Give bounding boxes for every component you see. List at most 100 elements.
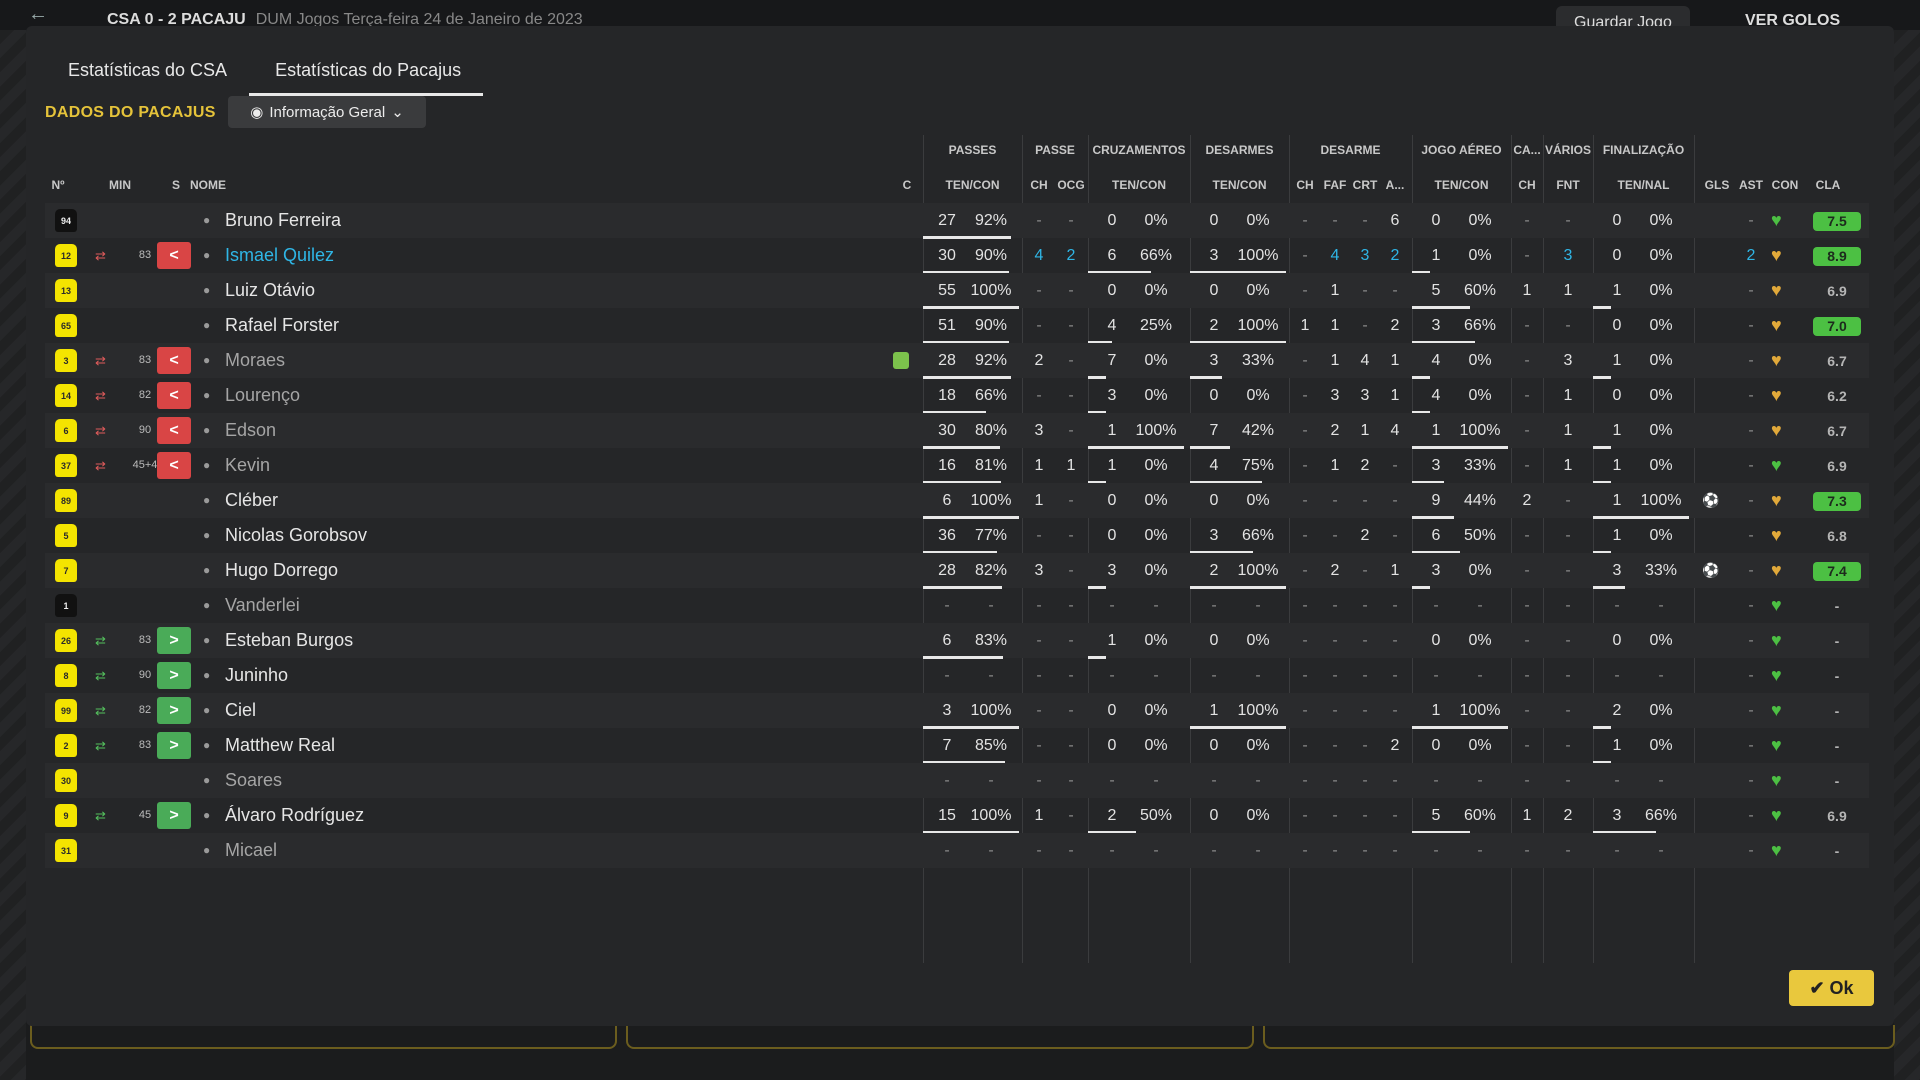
tackles-percent: 33% [1241,352,1275,369]
tackle-faf: - [1332,597,1338,614]
column-header-ocg[interactable]: OCG [1054,178,1088,192]
table-row[interactable]: 1 ● Vanderlei - - - - - - - - - - - - - - - - - - - ♥ - [45,588,1869,623]
crosses-attempts: 4 [1107,317,1117,334]
column-header-num[interactable]: Nº [45,178,71,192]
background-panel [30,1025,617,1049]
player-name[interactable]: Vanderlei [225,588,300,623]
column-header-faf[interactable]: FAF [1320,178,1350,192]
player-name[interactable]: Lourenço [225,378,300,413]
tackle-a: 1 [1390,387,1400,404]
table-row[interactable]: 26 ⇄ 83 > ● Esteban Burgos 6 83% - -1 0% 0 0% - - - -0 0%… [45,623,1869,659]
column-header-ca_ch[interactable]: CH [1511,178,1543,192]
column-header-s[interactable]: S [164,178,188,192]
table-row[interactable]: 99 ⇄ 82 > ● Ciel 3 100% - -0 0% 1 100% - - - -1 100% - -2 0%… [45,693,1869,729]
player-name[interactable]: Ismael Quilez [225,238,334,273]
aerial-percent: - [1477,597,1483,614]
player-name[interactable]: Moraes [225,343,285,378]
player-name[interactable]: Soares [225,763,282,798]
table-row[interactable]: 3 ⇄ 83 < ● Moraes 28 92% 2-7 0% 3 33% -1 4 1 4 0% -3 1 0% - ♥… [45,343,1869,379]
table-row[interactable]: 30 ● Soares - - - - - - - - - - - - - - - - - - - ♥ - [45,763,1869,798]
column-header-ch[interactable]: CH [1024,178,1054,192]
column-header-gls[interactable]: GLS [1698,178,1736,192]
subbed-off-icon: < [157,417,191,444]
shirt-number-icon: 94 [55,209,77,232]
player-name[interactable]: Esteban Burgos [225,623,353,658]
player-rating: - [1834,843,1840,859]
player-name[interactable]: Micael [225,833,277,868]
table-row[interactable]: 8 ⇄ 90 > ● Juninho - - - - - - - - - - - - - - - - - - - ♥ - [45,658,1869,693]
column-header-min[interactable]: MIN [100,178,140,192]
chevron-down-icon: ⌄ [391,104,404,121]
player-name[interactable]: Hugo Dorrego [225,553,338,588]
player-icon: ● [203,668,211,682]
column-header-finish[interactable]: TEN/NAL [1593,178,1694,192]
finishing-attempts: 1 [1612,457,1622,474]
table-row[interactable]: 9 ⇄ 45 > ● Álvaro Rodríguez 15 100% 1-2 50% 0 0% - - -… [45,798,1869,834]
column-header-d_ch[interactable]: CH [1290,178,1320,192]
column-header-crt[interactable]: CRT [1350,178,1380,192]
tab-pacajus-stats[interactable]: Estatísticas do Pacajus [249,56,484,96]
condition-heart-icon: ♥ [1771,595,1782,615]
table-row[interactable]: 12 ⇄ 83 < ● Ismael Quilez 30 90% 4 2 6 66% 3 100% -4 3 2… [45,238,1869,274]
passes-attempts: 30 [938,422,956,439]
tackle-faf: - [1332,667,1338,684]
column-header-passes[interactable]: TEN/CON [923,178,1022,192]
player-name[interactable]: Álvaro Rodríguez [225,798,364,833]
column-header-tackles[interactable]: TEN/CON [1190,178,1289,192]
subbed-on-icon: > [157,627,191,654]
player-name[interactable]: Luiz Otávio [225,273,315,308]
player-name[interactable]: Nicolas Gorobsov [225,518,367,553]
assists: - [1748,597,1754,614]
tab-csa-stats[interactable]: Estatísticas do CSA [42,56,249,96]
crosses-percent: 0% [1144,212,1168,229]
player-name[interactable]: Matthew Real [225,728,335,763]
player-rating: 6.7 [1827,423,1847,439]
ca-ch: - [1524,387,1530,404]
column-header-cla[interactable]: CLA [1804,178,1852,192]
aerial-percent: 44% [1463,492,1497,509]
player-rating: 7.4 [1813,562,1861,581]
column-header-c[interactable]: C [892,178,922,192]
column-header-aerial[interactable]: TEN/CON [1412,178,1511,192]
pass-ocg: 1 [1066,457,1076,474]
player-rating: 7.5 [1813,212,1861,231]
aerial-percent: 100% [1459,702,1501,719]
table-row[interactable]: 2 ⇄ 83 > ● Matthew Real 7 85% - -0 0% 0 0% - - -2 0 0% - -1… [45,728,1869,764]
table-row[interactable]: 6 ⇄ 90 < ● Edson 30 80% 3-1 100% 7 42% -2 1 4 1 100% -1 1 0… [45,413,1869,449]
column-header-a[interactable]: A... [1380,178,1410,192]
table-row[interactable]: 89 ● Cléber 6 100% 1-0 0% 0 0% - - - -9 44% 2-1 100% ⚽ - ♥… [45,483,1869,519]
player-icon: ● [203,773,211,787]
finishing-attempts: 0 [1612,632,1622,649]
ok-button[interactable]: ✔ Ok [1789,970,1874,1006]
table-row[interactable]: 7 ● Hugo Dorrego 28 82% 3-3 0% 2 100% -2-1 3 0% - -3 3… [45,553,1869,589]
pass-ocg: - [1068,702,1074,719]
tackle-faf: - [1332,737,1338,754]
assists: - [1748,632,1754,649]
player-name[interactable]: Bruno Ferreira [225,203,341,238]
table-row[interactable]: 94 ● Bruno Ferreira 27 92% - - 0 0% 0 0% - - - 6 0 0% - - 0… [45,203,1869,239]
table-row[interactable]: 65 ● Rafael Forster 51 90% - - 4 25% 2 100% 1 1 - 2 3 66… [45,308,1869,344]
table-row[interactable]: 37 ⇄ 45+4 < ● Kevin 16 81% 1 1 1 0% 4 75% -1 2-3 33% -1 1 0… [45,448,1869,484]
player-name[interactable]: Kevin [225,448,270,483]
player-name[interactable]: Edson [225,413,276,448]
column-header-ast[interactable]: AST [1736,178,1766,192]
back-arrow-icon[interactable]: ← [28,3,48,26]
crosses-attempts: - [1109,842,1115,859]
tackle-ch: - [1302,247,1308,264]
player-name[interactable]: Ciel [225,693,256,728]
player-name[interactable]: Cléber [225,483,278,518]
column-header-cross[interactable]: TEN/CON [1088,178,1190,192]
player-name[interactable]: Juninho [225,658,288,693]
info-dropdown[interactable]: ◉ Informação Geral ⌄ [228,96,426,128]
table-row[interactable]: 31 ● Micael - - - - - - - - - - - - - - - - - - - ♥ - [45,833,1869,868]
ca-ch: - [1524,842,1530,859]
table-row[interactable]: 13 ● Luiz Otávio 55 100% - - 0 0% 0 0% - 1 - - 5 60% 1 1 1 0… [45,273,1869,309]
shirt-number-icon: 5 [55,524,77,547]
player-name[interactable]: Rafael Forster [225,308,339,343]
table-row[interactable]: 5 ● Nicolas Gorobsov 36 77% - - 0 0% 3 66% - - 2 - 6 50%… [45,518,1869,554]
column-header-fnt[interactable]: FNT [1543,178,1593,192]
table-row[interactable]: 14 ⇄ 82 < ● Lourenço 18 66% - -3 0% 0 0% -3 3 1 4 0% -1 0 0%… [45,378,1869,414]
column-header-name[interactable]: NOME [190,178,250,192]
tackle-crt: 2 [1360,457,1370,474]
column-header-con[interactable]: CON [1766,178,1804,192]
